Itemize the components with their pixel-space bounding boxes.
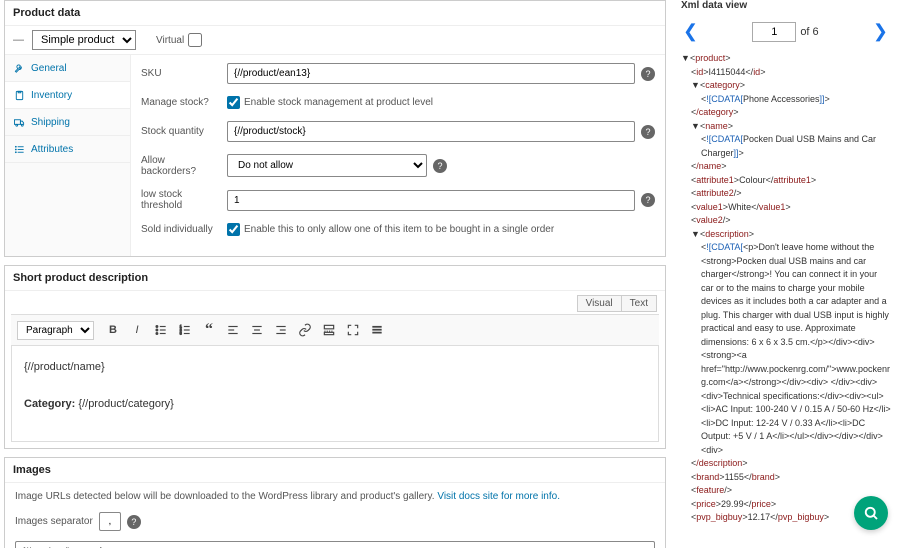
images-docs-link[interactable]: Visit docs site for more info. xyxy=(437,491,560,502)
virtual-label: Virtual xyxy=(156,35,184,46)
visual-tab[interactable]: Visual xyxy=(577,295,622,312)
truck-icon xyxy=(13,116,25,128)
xml-view-title: Xml data view xyxy=(677,0,894,15)
manage-stock-checkbox[interactable] xyxy=(227,96,240,109)
images-title: Images xyxy=(5,458,665,483)
product-type-select[interactable]: Simple product xyxy=(32,30,136,50)
pager-prev[interactable]: ❮ xyxy=(679,21,702,42)
pager-total: of 6 xyxy=(800,26,818,38)
sku-label: SKU xyxy=(141,68,227,79)
tab-attributes[interactable]: Attributes xyxy=(5,136,130,163)
help-icon[interactable]: ? xyxy=(641,125,655,139)
dash-icon: — xyxy=(13,34,24,46)
editor-content[interactable]: {//product/name} Category: {//product/ca… xyxy=(11,346,659,442)
pager-page-input[interactable] xyxy=(752,22,796,42)
align-right-button[interactable] xyxy=(270,319,292,341)
paragraph-select[interactable]: Paragraph xyxy=(17,321,94,340)
help-icon[interactable]: ? xyxy=(641,67,655,81)
short-desc-title: Short product description xyxy=(5,266,665,291)
pager: ❮ of 6 ❯ xyxy=(677,15,894,52)
product-data-tabs: General Inventory Shipping xyxy=(5,55,131,256)
text-tab[interactable]: Text xyxy=(622,295,657,312)
sold-indiv-checkbox[interactable] xyxy=(227,223,240,236)
help-icon[interactable]: ? xyxy=(127,515,141,529)
insert-more-button[interactable] xyxy=(318,319,340,341)
wrench-icon xyxy=(13,62,25,74)
sku-input[interactable] xyxy=(227,63,635,84)
short-desc-panel: Short product description Visual Text Pa… xyxy=(4,265,666,449)
images-intro: Image URLs detected below will be downlo… xyxy=(15,491,437,502)
list-icon xyxy=(13,143,25,155)
product-data-title: Product data xyxy=(5,1,665,26)
quote-button[interactable]: “ xyxy=(198,319,220,341)
svg-text:3: 3 xyxy=(180,332,182,336)
link-button[interactable] xyxy=(294,319,316,341)
product-data-panel: Product data — Simple product Virtual xyxy=(4,0,666,257)
manage-stock-label: Manage stock? xyxy=(141,97,227,108)
images-panel: Images Image URLs detected below will be… xyxy=(4,457,666,548)
italic-button[interactable]: I xyxy=(126,319,148,341)
help-icon[interactable]: ? xyxy=(433,159,447,173)
bold-button[interactable]: B xyxy=(102,319,124,341)
tab-general[interactable]: General xyxy=(5,55,130,82)
fullscreen-button[interactable] xyxy=(342,319,364,341)
align-left-button[interactable] xyxy=(222,319,244,341)
low-stock-label: low stock threshold xyxy=(141,189,227,211)
toolbar-toggle-button[interactable] xyxy=(366,319,388,341)
stock-qty-label: Stock quantity xyxy=(141,126,227,137)
align-center-button[interactable] xyxy=(246,319,268,341)
images-sep-input[interactable] xyxy=(99,512,121,531)
help-fab[interactable] xyxy=(854,496,888,530)
sold-indiv-label: Sold individually xyxy=(141,224,227,235)
pager-next[interactable]: ❯ xyxy=(869,21,892,42)
tab-shipping[interactable]: Shipping xyxy=(5,109,130,136)
editor-line-name: {//product/name} xyxy=(24,358,646,377)
low-stock-input[interactable] xyxy=(227,190,635,211)
editor-toolbar: Paragraph B I 123 “ xyxy=(11,314,659,346)
editor-cat-value: {//product/category} xyxy=(78,398,173,410)
bullet-list-button[interactable] xyxy=(150,319,172,341)
images-field-input[interactable] xyxy=(15,541,655,548)
stock-qty-input[interactable] xyxy=(227,121,635,142)
backorders-label: Allow backorders? xyxy=(141,155,227,177)
backorders-select[interactable]: Do not allow xyxy=(227,154,427,177)
editor-cat-label: Category: xyxy=(24,398,75,410)
clipboard-icon xyxy=(13,89,25,101)
virtual-checkbox[interactable] xyxy=(188,33,202,47)
images-sep-label: Images separator xyxy=(15,516,93,527)
tab-inventory[interactable]: Inventory xyxy=(5,82,130,109)
number-list-button[interactable]: 123 xyxy=(174,319,196,341)
help-icon[interactable]: ? xyxy=(641,193,655,207)
xml-tree[interactable]: ▼<product> <id>I4115044</id> ▼<category>… xyxy=(677,52,894,522)
